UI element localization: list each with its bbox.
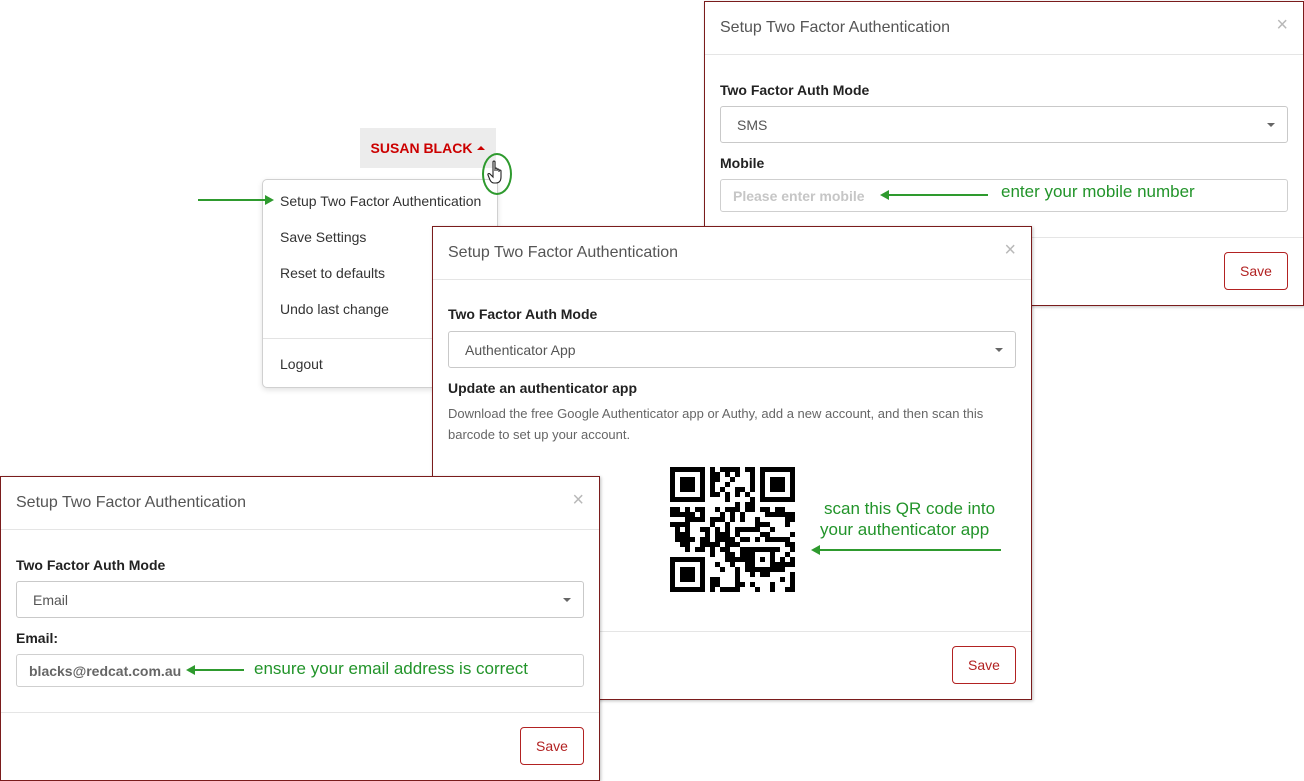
auth-mode-select[interactable]: Authenticator App [448, 331, 1016, 368]
annotation-arrow-email [186, 665, 244, 675]
menu-item-undo-last-change[interactable]: Undo last change [280, 301, 389, 317]
email-2fa-modal: Setup Two Factor Authentication × Two Fa… [0, 476, 600, 781]
mobile-label: Mobile [720, 155, 765, 171]
auth-mode-select[interactable]: Email [16, 581, 584, 618]
chevron-down-icon [995, 348, 1003, 352]
user-menu-button[interactable]: SUSAN BLACK [360, 128, 496, 168]
close-icon[interactable]: × [1004, 240, 1016, 260]
save-button[interactable]: Save [952, 646, 1016, 684]
menu-item-setup-2fa[interactable]: Setup Two Factor Authentication [280, 193, 481, 209]
auth-mode-value: Authenticator App [465, 342, 576, 358]
menu-item-reset-defaults[interactable]: Reset to defaults [280, 265, 385, 281]
annotation-email: ensure your email address is correct [254, 659, 529, 678]
auth-mode-label: Two Factor Auth Mode [448, 306, 598, 322]
annotation-arrow-mobile [880, 190, 988, 200]
annotation-arrow-menu [198, 195, 274, 205]
description-line-1: Download the free Google Authenticator a… [448, 406, 984, 421]
modal-title: Setup Two Factor Authentication [16, 494, 247, 511]
email-label: Email: [16, 630, 59, 646]
close-icon[interactable]: × [572, 490, 584, 510]
section-title: Update an authenticator app [448, 380, 638, 396]
hand-cursor-icon [487, 160, 502, 184]
chevron-down-icon [1267, 123, 1275, 127]
modal-header: Setup Two Factor Authentication × [705, 2, 1303, 55]
annotation-qr-line-2: your authenticator app [820, 520, 990, 539]
auth-mode-value: Email [33, 592, 69, 608]
modal-header: Setup Two Factor Authentication × [433, 227, 1031, 280]
auth-mode-label: Two Factor Auth Mode [16, 557, 166, 573]
annotation-arrow-qr [811, 545, 1001, 555]
modal-header: Setup Two Factor Authentication × [1, 477, 599, 530]
qr-code-image [670, 467, 795, 592]
caret-up-icon [477, 145, 486, 150]
menu-item-save-settings[interactable]: Save Settings [280, 229, 366, 245]
modal-title: Setup Two Factor Authentication [448, 244, 679, 261]
modal-footer [1, 712, 599, 713]
annotation-qr-line-1: scan this QR code into [824, 499, 996, 518]
save-button[interactable]: Save [1224, 252, 1288, 290]
user-name: SUSAN BLACK [370, 140, 473, 156]
menu-item-logout[interactable]: Logout [280, 356, 323, 372]
modal-title: Setup Two Factor Authentication [720, 19, 951, 36]
annotation-mobile: enter your mobile number [1001, 182, 1195, 201]
auth-mode-select[interactable]: SMS [720, 106, 1288, 143]
chevron-down-icon [563, 598, 571, 602]
save-button[interactable]: Save [520, 727, 584, 765]
auth-mode-label: Two Factor Auth Mode [720, 82, 870, 98]
close-icon[interactable]: × [1276, 15, 1288, 35]
description-line-2: barcode to set up your account. [448, 427, 631, 442]
auth-mode-value: SMS [737, 117, 768, 133]
